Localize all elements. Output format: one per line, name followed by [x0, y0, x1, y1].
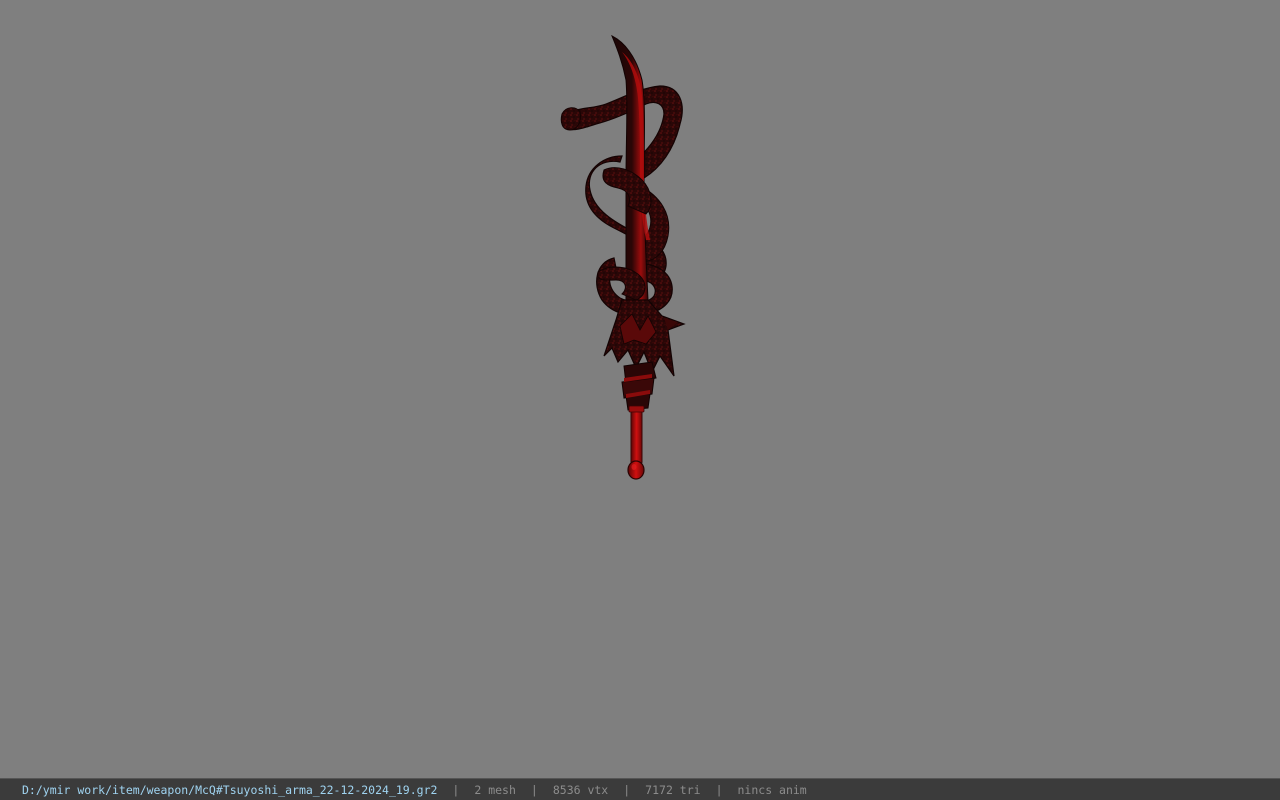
status-separator: | [715, 782, 723, 797]
status-bar: D:/ymir work/item/weapon/McQ#Tsuyoshi_ar… [0, 778, 1280, 800]
hilt [628, 405, 645, 465]
mesh-count: 2 mesh [474, 782, 516, 797]
sword-model[interactable] [0, 0, 1280, 778]
status-separator: | [530, 782, 538, 797]
grip-wraps [621, 361, 657, 411]
vertex-count: 8536 vtx [552, 782, 609, 797]
status-separator: | [623, 782, 631, 797]
file-path: D:/ymir work/item/weapon/McQ#Tsuyoshi_ar… [22, 782, 438, 797]
triangle-count: 7172 tri [645, 782, 701, 797]
pommel [627, 460, 645, 480]
anim-status: nincs anim [737, 782, 807, 797]
status-separator: | [452, 782, 460, 797]
3d-viewport[interactable] [0, 0, 1280, 778]
